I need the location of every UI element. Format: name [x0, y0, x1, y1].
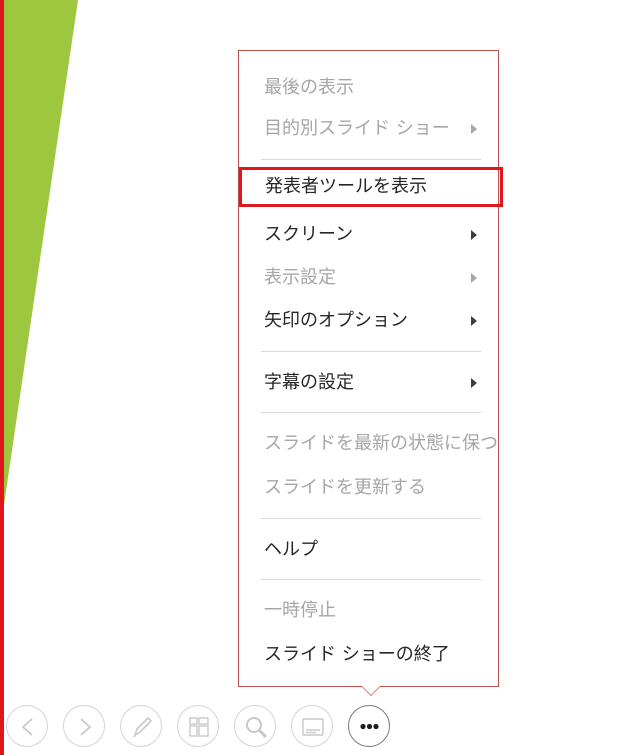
- menu-item-pause[interactable]: 一時停止: [240, 591, 499, 631]
- menu-item-update-slides[interactable]: スライドを更新する: [240, 468, 499, 508]
- menu-separator: [261, 518, 481, 519]
- menu-item-label: 字幕の設定: [264, 372, 354, 393]
- menu-item-label: スライドを更新する: [264, 477, 426, 498]
- slide-edge-bar: [0, 0, 4, 755]
- zoom-icon: [246, 717, 267, 738]
- subtitles-button[interactable]: [291, 705, 333, 747]
- more-options-icon: [360, 723, 379, 730]
- see-all-slides-button[interactable]: [177, 705, 219, 747]
- submenu-arrow-icon: [471, 378, 477, 388]
- slideshow-stage: 最後の表示 目的別スライド ショー 発表者ツールを表示 スクリーン 表示設定 矢…: [0, 0, 641, 755]
- menu-item-label: 矢印のオプション: [264, 310, 408, 331]
- slideshow-options-menu: 最後の表示 目的別スライド ショー 発表者ツールを表示 スクリーン 表示設定 矢…: [238, 50, 503, 687]
- menu-item-last-viewed[interactable]: 最後の表示: [240, 68, 499, 108]
- submenu-arrow-icon: [471, 316, 477, 326]
- menu-item-label: 発表者ツールを表示: [265, 176, 427, 197]
- menu-separator: [261, 159, 481, 160]
- see-all-slides-icon: [189, 717, 209, 737]
- menu-item-end-show[interactable]: スライド ショーの終了: [240, 635, 499, 675]
- menu-item-label: 最後の表示: [264, 77, 354, 98]
- submenu-arrow-icon: [471, 230, 477, 240]
- menu-separator: [261, 412, 481, 413]
- menu-item-display-settings[interactable]: 表示設定: [240, 258, 499, 298]
- pen-icon: [133, 717, 152, 738]
- menu-item-label: 目的別スライド ショー: [264, 118, 450, 139]
- menu-item-subtitle-settings[interactable]: 字幕の設定: [240, 363, 499, 403]
- zoom-button[interactable]: [234, 705, 276, 747]
- menu-item-label: ヘルプ: [264, 539, 318, 560]
- next-icon: [80, 718, 91, 736]
- previous-button[interactable]: [6, 705, 48, 747]
- menu-item-label: 表示設定: [264, 267, 336, 288]
- menu-item-label: 一時停止: [264, 600, 336, 621]
- submenu-arrow-icon: [471, 273, 477, 283]
- pen-button[interactable]: [120, 705, 162, 747]
- menu-item-label: スクリーン: [264, 224, 354, 245]
- menu-item-screen[interactable]: スクリーン: [240, 215, 499, 255]
- slide-background-shape: [0, 0, 78, 505]
- next-button[interactable]: [63, 705, 105, 747]
- subtitles-icon: [302, 718, 324, 736]
- menu-item-label: スライド ショーの終了: [264, 644, 450, 665]
- menu-item-show-presenter-view[interactable]: 発表者ツールを表示: [239, 167, 503, 207]
- more-options-button[interactable]: [348, 705, 390, 747]
- menu-item-arrow-options[interactable]: 矢印のオプション: [240, 301, 499, 341]
- previous-icon: [22, 718, 33, 736]
- menu-item-help[interactable]: ヘルプ: [240, 530, 499, 570]
- menu-separator: [261, 351, 481, 352]
- menu-item-label: スライドを最新の状態に保つ: [264, 433, 498, 454]
- menu-separator: [261, 579, 481, 580]
- menu-item-keep-slides-updated[interactable]: スライドを最新の状態に保つ: [240, 424, 499, 464]
- submenu-arrow-icon: [471, 124, 477, 134]
- menu-item-custom-show[interactable]: 目的別スライド ショー: [240, 109, 499, 149]
